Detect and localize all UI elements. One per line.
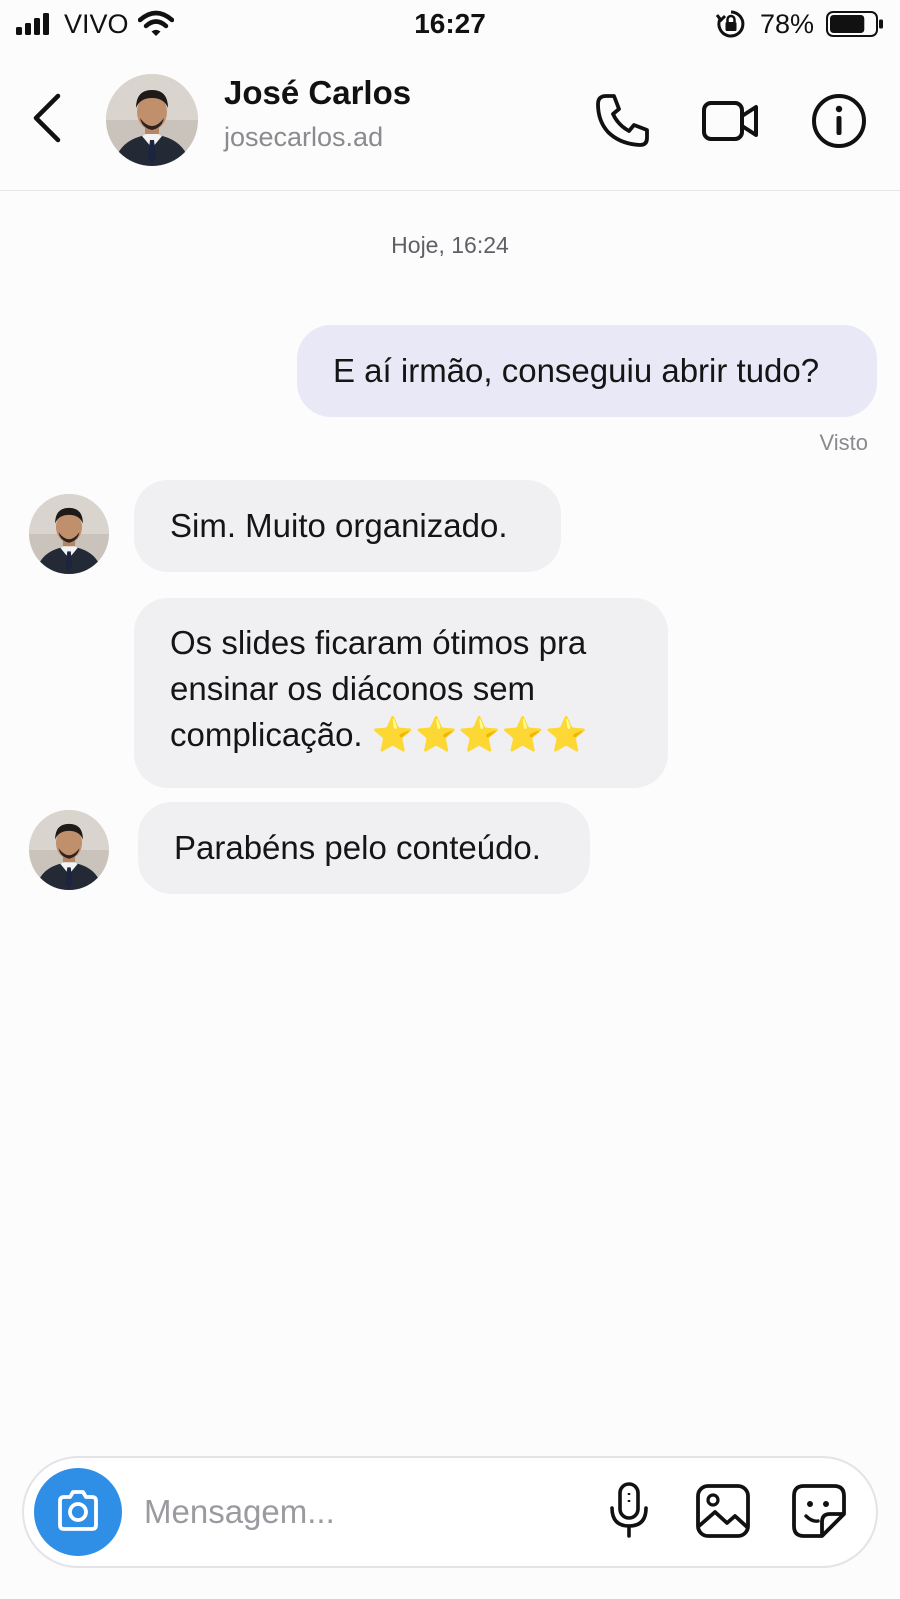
info-icon[interactable] bbox=[808, 90, 870, 152]
contact-username: josecarlos.ad bbox=[224, 122, 384, 152]
sticker-icon[interactable] bbox=[788, 1480, 850, 1542]
camera-icon bbox=[58, 1490, 98, 1531]
rotation-lock-icon bbox=[716, 10, 745, 38]
camera-button[interactable] bbox=[34, 1468, 122, 1556]
message-input[interactable] bbox=[144, 1486, 584, 1538]
incoming-message[interactable]: Sim. Muito organizado. bbox=[134, 480, 561, 572]
chat-header: José Carlos josecarlos.ad bbox=[0, 52, 900, 191]
battery-percentage: 78% bbox=[760, 9, 815, 39]
incoming-message[interactable]: Os slides ficaram ótimos pra ensinar os … bbox=[134, 598, 668, 788]
avatar[interactable] bbox=[29, 494, 109, 574]
message-text: Parabéns pelo conteúdo. bbox=[174, 829, 541, 866]
phone-icon[interactable] bbox=[592, 90, 654, 152]
battery-icon bbox=[826, 11, 883, 37]
star-emojis: ⭐⭐⭐⭐⭐ bbox=[371, 716, 589, 754]
chat-timestamp: Hoje, 16:24 bbox=[391, 232, 509, 258]
message-text: E aí irmão, conseguiu abrir tudo? bbox=[333, 352, 820, 389]
back-icon[interactable] bbox=[26, 90, 70, 146]
microphone-icon[interactable] bbox=[598, 1480, 660, 1542]
image-icon[interactable] bbox=[692, 1480, 754, 1542]
video-icon[interactable] bbox=[700, 90, 762, 152]
contact-name[interactable]: José Carlos bbox=[224, 74, 411, 112]
outgoing-message[interactable]: E aí irmão, conseguiu abrir tudo? bbox=[297, 325, 877, 417]
avatar[interactable] bbox=[29, 810, 109, 890]
seen-status: Visto bbox=[819, 430, 868, 455]
avatar[interactable] bbox=[106, 74, 198, 166]
message-composer bbox=[22, 1456, 878, 1568]
status-bar: VIVO 16:27 78% bbox=[0, 0, 900, 52]
message-text: Sim. Muito organizado. bbox=[170, 507, 508, 544]
incoming-message[interactable]: Parabéns pelo conteúdo. bbox=[138, 802, 590, 894]
